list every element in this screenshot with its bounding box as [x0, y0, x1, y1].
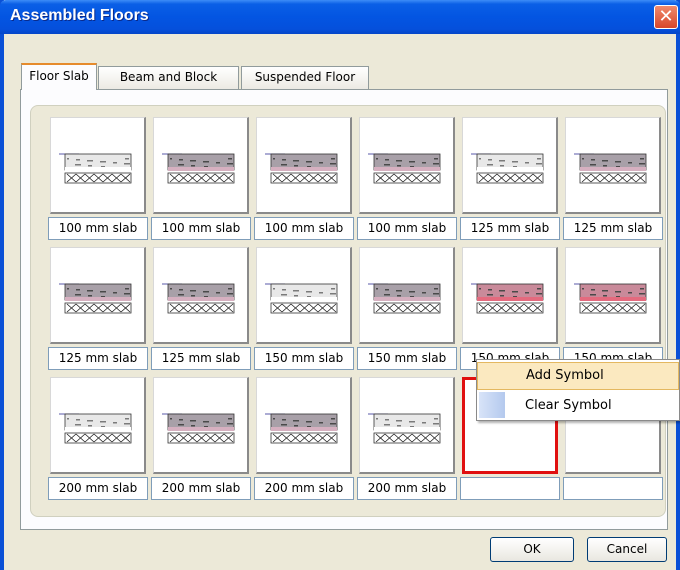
symbol-label[interactable]: 100 mm slab: [48, 217, 148, 240]
symbol-cell[interactable]: 100 mm slab: [48, 117, 148, 241]
symbol-cell[interactable]: 200 mm slab: [151, 377, 251, 501]
menu-item-add-symbol[interactable]: Add Symbol: [477, 362, 679, 390]
floor-slab-symbol[interactable]: [153, 117, 249, 214]
floor-slab-symbol[interactable]: [359, 117, 455, 214]
symbol-label[interactable]: 125 mm slab: [460, 217, 560, 240]
floor-slab-symbol[interactable]: [462, 117, 558, 214]
tab-floor-slab[interactable]: Floor Slab: [21, 63, 97, 90]
symbol-cell[interactable]: 150 mm slab: [563, 247, 663, 371]
floor-slab-symbol[interactable]: [256, 117, 352, 214]
floor-slab-symbol[interactable]: [256, 247, 352, 344]
tab-suspended-floor[interactable]: Suspended Floor: [241, 66, 369, 89]
symbol-cell[interactable]: 100 mm slab: [357, 117, 457, 241]
symbol-label[interactable]: 125 mm slab: [48, 347, 148, 370]
symbol-cell[interactable]: 150 mm slab: [460, 247, 560, 371]
symbol-label[interactable]: 200 mm slab: [254, 477, 354, 500]
symbol-label[interactable]: [460, 477, 560, 500]
symbol-cell[interactable]: 125 mm slab: [460, 117, 560, 241]
symbol-cell[interactable]: 200 mm slab: [254, 377, 354, 501]
symbol-label[interactable]: 100 mm slab: [151, 217, 251, 240]
close-icon: ✕: [658, 6, 674, 27]
symbol-cell[interactable]: 125 mm slab: [151, 247, 251, 371]
symbol-label[interactable]: 125 mm slab: [563, 217, 663, 240]
symbol-label[interactable]: 150 mm slab: [357, 347, 457, 370]
symbol-label[interactable]: [563, 477, 663, 500]
symbol-label[interactable]: 150 mm slab: [254, 347, 354, 370]
floor-slab-symbol[interactable]: [50, 377, 146, 474]
close-button[interactable]: ✕: [654, 5, 678, 29]
symbol-cell[interactable]: 100 mm slab: [151, 117, 251, 241]
symbol-cell[interactable]: 150 mm slab: [254, 247, 354, 371]
floor-slab-symbol[interactable]: [50, 117, 146, 214]
floor-slab-symbol[interactable]: [359, 377, 455, 474]
floor-slab-symbol[interactable]: [462, 247, 558, 344]
floor-slab-symbol[interactable]: [565, 247, 661, 344]
symbol-cell[interactable]: 125 mm slab: [48, 247, 148, 371]
symbol-label[interactable]: 200 mm slab: [357, 477, 457, 500]
cancel-button[interactable]: Cancel: [587, 537, 667, 562]
symbol-label[interactable]: 100 mm slab: [254, 217, 354, 240]
window-title: Assembled Floors: [10, 7, 149, 24]
tab-beam-and-block[interactable]: Beam and Block: [98, 66, 239, 89]
symbol-label[interactable]: 200 mm slab: [48, 477, 148, 500]
symbol-label[interactable]: 200 mm slab: [151, 477, 251, 500]
symbol-cell[interactable]: 100 mm slab: [254, 117, 354, 241]
floor-slab-symbol[interactable]: [50, 247, 146, 344]
floor-slab-symbol[interactable]: [256, 377, 352, 474]
symbol-cell[interactable]: 200 mm slab: [357, 377, 457, 501]
floor-slab-symbol[interactable]: [359, 247, 455, 344]
context-menu: Add Symbol Clear Symbol: [476, 359, 680, 421]
symbol-label[interactable]: 125 mm slab: [151, 347, 251, 370]
symbol-cell[interactable]: 200 mm slab: [48, 377, 148, 501]
symbol-cell[interactable]: 150 mm slab: [357, 247, 457, 371]
floor-slab-symbol[interactable]: [153, 377, 249, 474]
floor-slab-symbol[interactable]: [153, 247, 249, 344]
title-bar[interactable]: Assembled Floors ✕: [0, 0, 680, 34]
ok-button[interactable]: OK: [490, 537, 574, 562]
symbol-label[interactable]: 100 mm slab: [357, 217, 457, 240]
floor-slab-symbol[interactable]: [565, 117, 661, 214]
symbol-cell[interactable]: 125 mm slab: [563, 117, 663, 241]
menu-item-clear-symbol[interactable]: Clear Symbol: [477, 392, 679, 420]
